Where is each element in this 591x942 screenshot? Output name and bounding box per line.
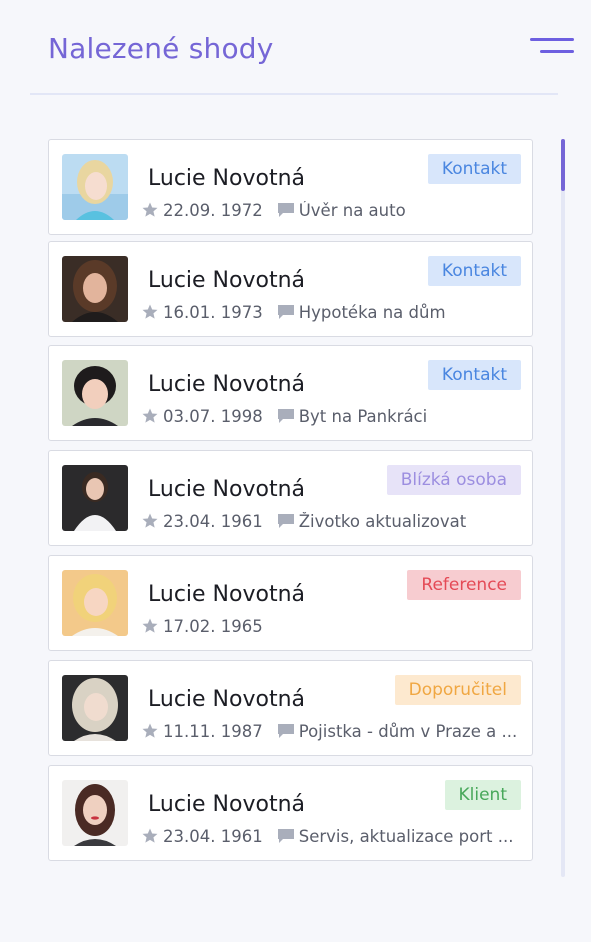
note-text: Hypotéka na dům [298, 302, 446, 322]
contact-meta: 16.01. 1973 Hypotéka na dům [141, 301, 521, 323]
result-card[interactable]: Lucie Novotná 23.04. 1961 Životko aktual… [48, 450, 533, 546]
status-badge: Kontakt [427, 360, 521, 390]
header: Nalezené shody [0, 0, 591, 96]
menu-line [530, 38, 574, 41]
contact-name: Lucie Novotná [148, 582, 305, 607]
star-icon [141, 407, 159, 425]
comment-icon [277, 202, 295, 218]
contact-name: Lucie Novotná [148, 268, 305, 293]
avatar-red-lips-icon [62, 780, 128, 846]
comment-icon [277, 408, 295, 424]
star-icon [141, 201, 159, 219]
contact-name: Lucie Novotná [148, 687, 305, 712]
birth-date: 16.01. 1973 [163, 302, 263, 322]
status-badge: Reference [407, 570, 521, 600]
birth-date: 17.02. 1965 [163, 616, 263, 636]
avatar-brunette-icon [62, 256, 128, 322]
header-divider [30, 93, 558, 95]
comment-icon [277, 723, 295, 739]
avatar-dark-hair-icon [62, 360, 128, 426]
avatar [62, 360, 128, 426]
contact-meta: 22.09. 1972 Úvěr na auto [141, 199, 521, 221]
star-icon [141, 722, 159, 740]
contact-meta: 23.04. 1961 Servis, aktualizace port ... [141, 825, 521, 847]
contact-name: Lucie Novotná [148, 477, 305, 502]
star-icon [141, 512, 159, 530]
result-card[interactable]: Lucie Novotná 11.11. 1987 Pojistka - dům… [48, 660, 533, 756]
menu-line [540, 50, 574, 53]
avatar [62, 780, 128, 846]
result-card[interactable]: Lucie Novotná 22.09. 1972 Úvěr na auto K… [48, 139, 533, 235]
status-badge: Klient [444, 780, 521, 810]
comment-icon [277, 513, 295, 529]
result-card[interactable]: Lucie Novotná 23.04. 1961 Servis, aktual… [48, 765, 533, 861]
contact-meta: 17.02. 1965 [141, 615, 521, 637]
avatar [62, 570, 128, 636]
result-card[interactable]: Lucie Novotná 17.02. 1965 Reference [48, 555, 533, 651]
birth-date: 23.04. 1961 [163, 511, 263, 531]
note-text: Životko aktualizovat [298, 511, 467, 531]
avatar-wavy-blonde-icon [62, 675, 128, 741]
avatar-sunny-blonde-icon [62, 570, 128, 636]
avatar [62, 154, 128, 220]
contact-meta: 11.11. 1987 Pojistka - dům v Praze a ... [141, 720, 521, 742]
star-icon [141, 827, 159, 845]
birth-date: 23.04. 1961 [163, 826, 263, 846]
comment-icon [277, 304, 295, 320]
scrollbar-thumb[interactable] [561, 139, 565, 191]
contact-meta: 23.04. 1961 Životko aktualizovat [141, 510, 521, 532]
star-icon [141, 617, 159, 635]
status-badge: Kontakt [427, 256, 521, 286]
birth-date: 11.11. 1987 [163, 721, 263, 741]
note-text: Úvěr na auto [298, 200, 406, 220]
birth-date: 22.09. 1972 [163, 200, 263, 220]
contact-name: Lucie Novotná [148, 792, 305, 817]
menu-button[interactable] [528, 36, 574, 58]
note-text: Byt na Pankráci [298, 406, 428, 426]
avatar [62, 465, 128, 531]
result-card[interactable]: Lucie Novotná 03.07. 1998 Byt na Pankrác… [48, 345, 533, 441]
page-title: Nalezené shody [48, 32, 274, 65]
star-icon [141, 303, 159, 321]
avatar-blonde-icon [62, 154, 128, 220]
avatar [62, 256, 128, 322]
comment-icon [277, 828, 295, 844]
status-badge: Doporučitel [394, 675, 521, 705]
birth-date: 03.07. 1998 [163, 406, 263, 426]
contact-meta: 03.07. 1998 Byt na Pankráci [141, 405, 521, 427]
scrollbar[interactable] [561, 139, 565, 877]
avatar [62, 675, 128, 741]
note-text: Servis, aktualizace port ... [298, 826, 514, 846]
contact-name: Lucie Novotná [148, 372, 305, 397]
status-badge: Blízká osoba [386, 465, 521, 495]
note-text: Pojistka - dům v Praze a ... [298, 721, 518, 741]
avatar-business-icon [62, 465, 128, 531]
result-card[interactable]: Lucie Novotná 16.01. 1973 Hypotéka na dů… [48, 241, 533, 337]
status-badge: Kontakt [427, 154, 521, 184]
contact-name: Lucie Novotná [148, 166, 305, 191]
